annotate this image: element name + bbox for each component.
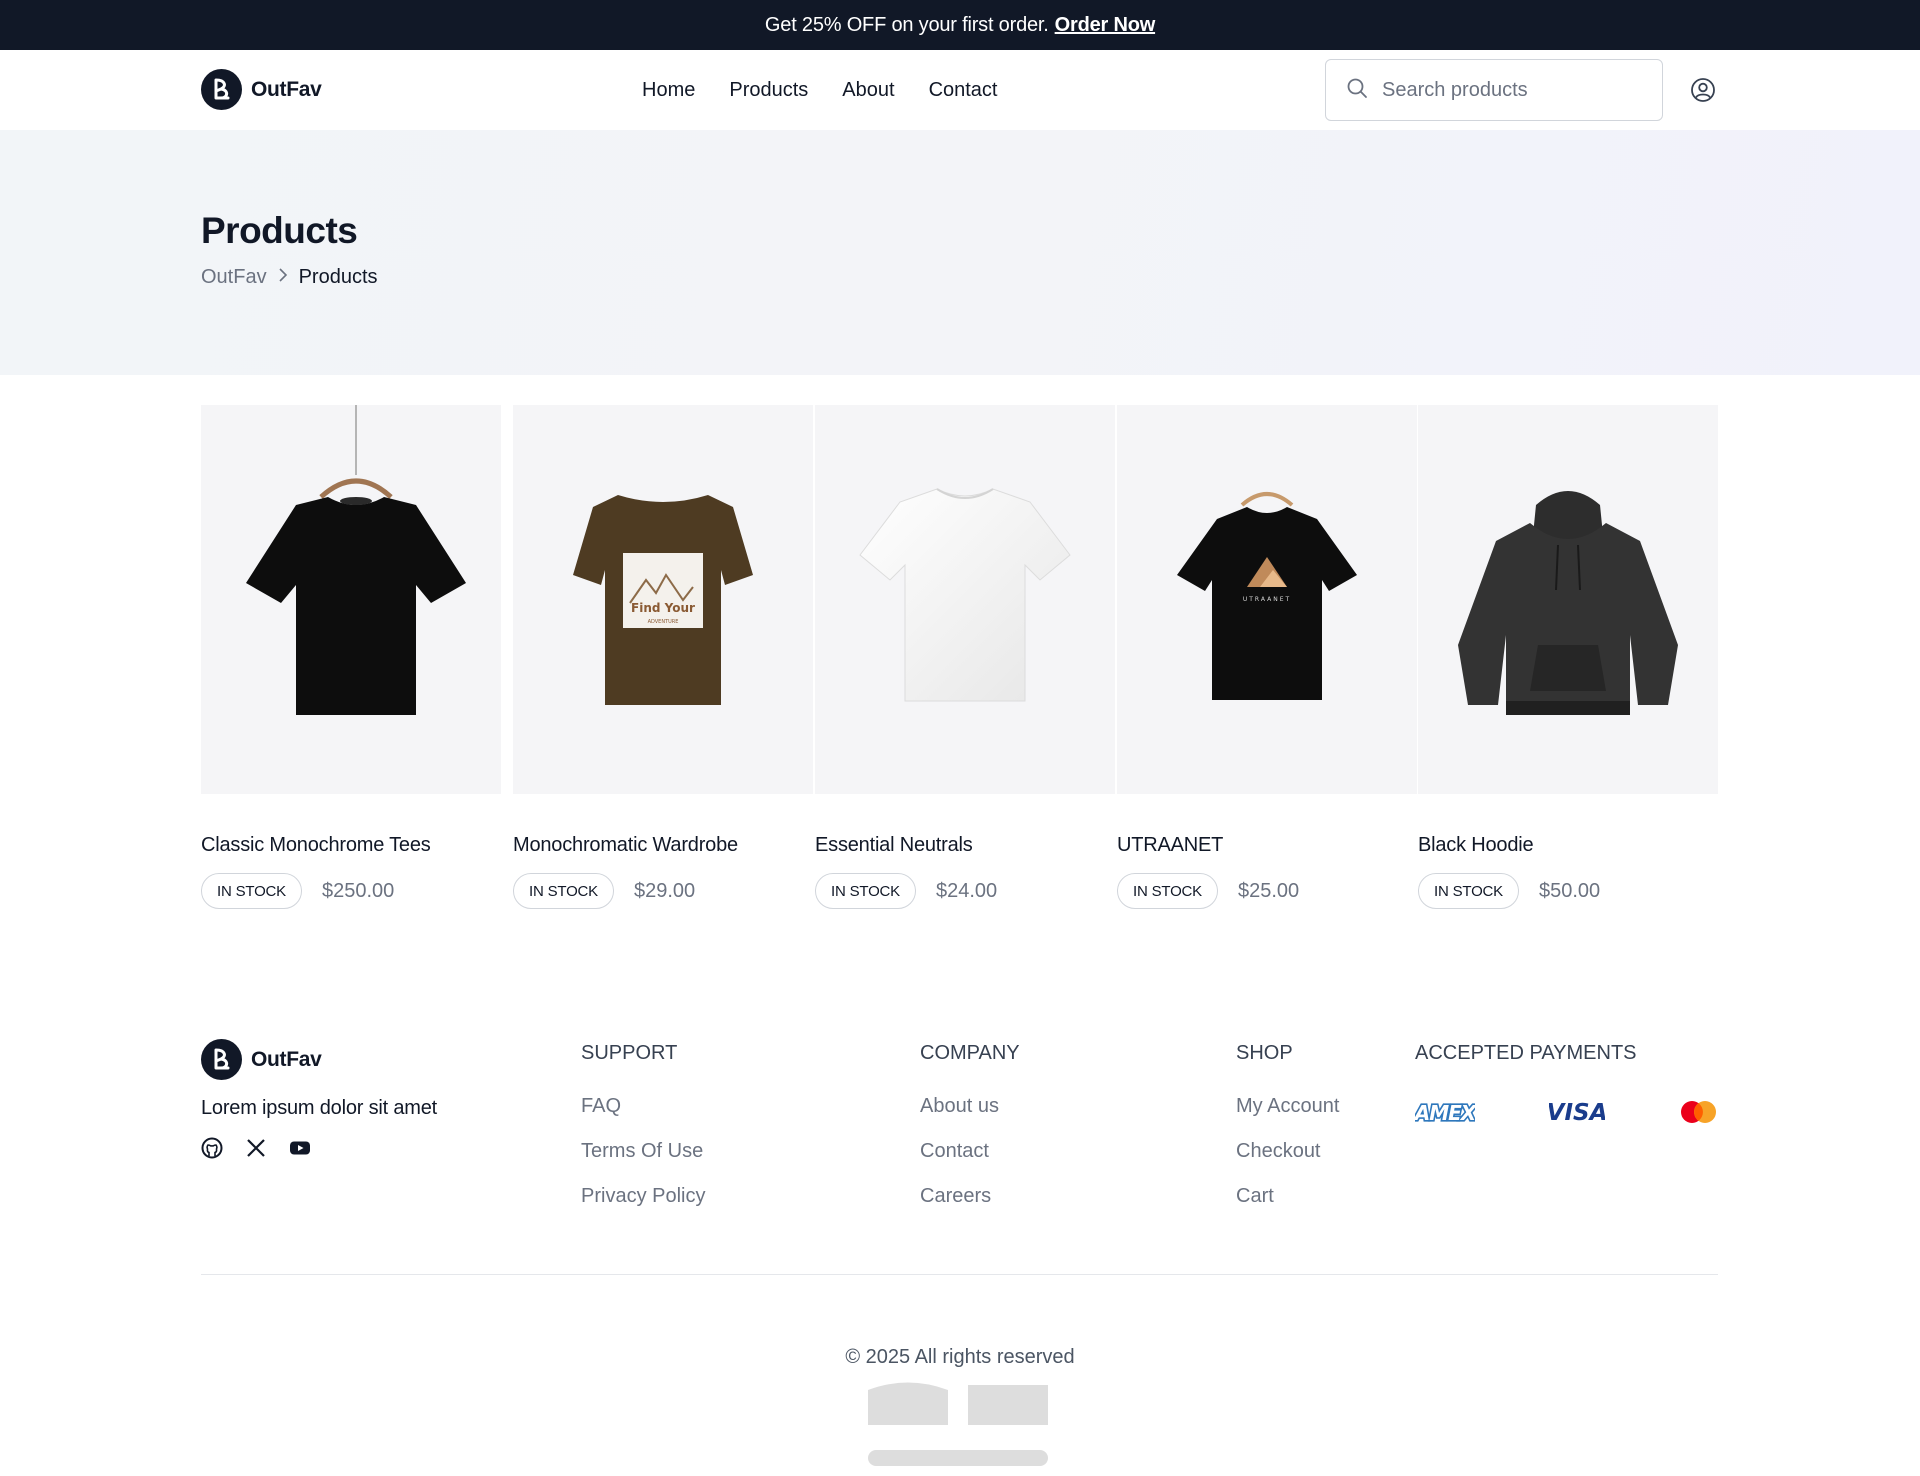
logo-mark-icon [201,69,242,110]
product-price: $29.00 [633,879,696,902]
logo-mark-icon [201,1039,242,1080]
footer-link-contact[interactable]: Contact [920,1140,1020,1165]
footer-support-title: SUPPORT [581,1042,678,1064]
footer-company: COMPANY About us Contact Careers [920,1042,1020,1230]
mastercard-icon [1679,1100,1719,1129]
stock-badge: IN STOCK [815,873,916,909]
nav-about[interactable]: About [842,79,894,102]
footer-shop-title: SHOP [1236,1042,1293,1064]
product-name[interactable]: Classic Monochrome Tees [201,834,501,857]
footer-brand-name: OutFav [251,1047,322,1071]
footer-payments-title: ACCEPTED PAYMENTS [1415,1042,1637,1064]
product-price: $50.00 [1538,879,1601,902]
footer-link-faq[interactable]: FAQ [581,1095,705,1120]
footer-link-privacy[interactable]: Privacy Policy [581,1185,705,1210]
svg-text:ADVENTURE: ADVENTURE [648,619,679,625]
visa-mark-text: VISA [1549,1100,1605,1125]
brand-logo[interactable]: OutFav [201,69,322,110]
product-card[interactable]: UTRAANET UTRAANET IN STOCK $25.00 [1117,405,1417,909]
product-card[interactable]: Classic Monochrome Tees IN STOCK $250.00 [201,405,501,909]
product-grid: Classic Monochrome Tees IN STOCK $250.00… [201,405,1718,915]
product-image[interactable] [201,405,501,794]
footer-support: SUPPORT FAQ Terms Of Use Privacy Policy [581,1042,705,1230]
site-footer: OutFav Lorem ipsum dolor sit amet SUPPOR… [201,1030,1718,1280]
search-icon [1346,77,1368,104]
main-nav: Home Products About Contact [642,50,998,130]
footer-company-title: COMPANY [920,1042,1020,1064]
product-name[interactable]: Black Hoodie [1418,834,1718,857]
visa-icon: VISA [1547,1097,1608,1130]
order-now-link[interactable]: Order Now [1055,14,1156,37]
page-title: Products [201,210,358,251]
footer-link-cart[interactable]: Cart [1236,1185,1339,1210]
announcement-text: Get 25% OFF on your first order. [764,13,1049,36]
user-account-icon[interactable] [1690,77,1716,103]
youtube-icon[interactable] [289,1137,311,1159]
amex-mark-text: AMEX [1415,1101,1475,1125]
footer-link-checkout[interactable]: Checkout [1236,1140,1339,1165]
product-name[interactable]: UTRAANET [1117,834,1417,857]
product-card[interactable]: Black Hoodie IN STOCK $50.00 [1418,405,1718,909]
stock-badge: IN STOCK [1418,873,1519,909]
stock-badge: IN STOCK [1117,873,1218,909]
svg-text:UTRAANET: UTRAANET [1243,596,1291,603]
product-card[interactable]: Find Your ADVENTURE Monochromatic Wardro… [513,405,813,909]
nav-products[interactable]: Products [729,79,808,102]
stock-badge: IN STOCK [513,873,614,909]
product-card[interactable]: Essential Neutrals IN STOCK $24.00 [815,405,1115,909]
product-name[interactable]: Essential Neutrals [815,834,1115,857]
site-header: OutFav Home Products About Contact [0,50,1920,130]
nav-home[interactable]: Home [642,79,695,102]
footer-brand-logo[interactable]: OutFav [201,1039,322,1080]
brand-name: OutFav [251,77,322,101]
footer-link-account[interactable]: My Account [1236,1095,1339,1120]
product-image[interactable]: Find Your ADVENTURE [513,405,813,794]
product-image[interactable]: UTRAANET [1117,405,1417,794]
footer-description: Lorem ipsum dolor sit amet [201,1097,438,1119]
footer-divider [201,1274,1718,1275]
search-input[interactable] [1382,78,1642,102]
search-box [1325,59,1663,121]
product-image[interactable] [1418,405,1718,794]
footer-link-about[interactable]: About us [920,1095,1020,1120]
breadcrumb-home-link[interactable]: OutFav [201,266,267,289]
product-price: $24.00 [935,879,998,902]
nav-contact[interactable]: Contact [929,79,998,102]
product-name[interactable]: Monochromatic Wardrobe [513,834,813,857]
breadcrumb-current: Products [298,266,378,288]
github-icon[interactable] [201,1137,223,1159]
svg-text:Find Your: Find Your [631,601,695,615]
stock-badge: IN STOCK [201,873,302,909]
product-price: $250.00 [321,879,395,902]
chevron-right-icon [277,266,289,289]
breadcrumb: OutFav Products [201,266,378,289]
social-links [201,1137,311,1159]
footer-shop: SHOP My Account Checkout Cart [1236,1042,1339,1230]
amex-icon: AMEX [1411,1099,1480,1130]
copyright-text: © 2025 All rights reserved [845,1346,1075,1368]
footer-payments: ACCEPTED PAYMENTS [1415,1042,1637,1095]
watermark-logo [848,1370,1072,1476]
announcement-bar: Get 25% OFF on your first order. Order N… [0,0,1920,50]
product-price: $25.00 [1237,879,1300,902]
footer-link-terms[interactable]: Terms Of Use [581,1140,705,1165]
footer-link-careers[interactable]: Careers [920,1185,1020,1210]
page-hero: Products OutFav Products [0,130,1920,375]
x-icon[interactable] [245,1137,267,1159]
product-image[interactable] [815,405,1115,794]
payment-methods: AMEX VISA [1411,1097,1719,1130]
